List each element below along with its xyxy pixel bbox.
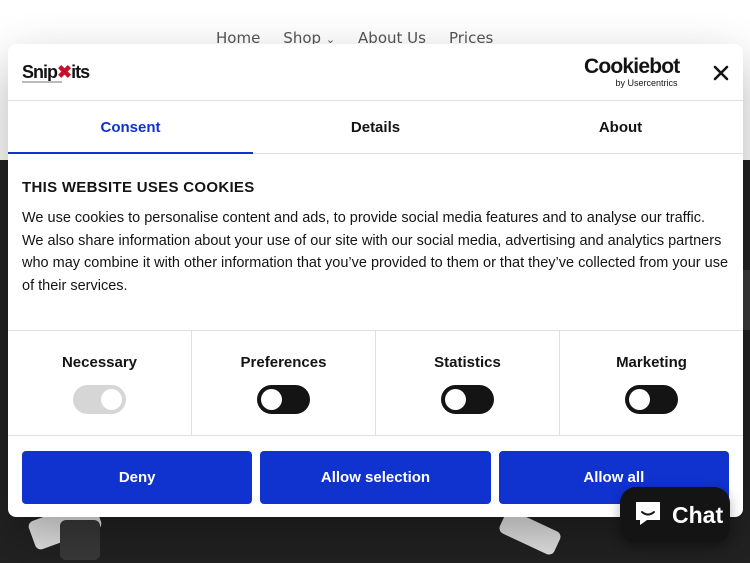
chat-bubble-icon [633,499,663,532]
consent-heading: THIS WEBSITE USES COOKIES [22,179,255,196]
logo-tagline [22,81,62,83]
site-logo: Snip✖its [22,62,90,82]
necessary-toggle [73,385,126,414]
consent-body: We use cookies to personalise content an… [22,210,729,295]
tab-details[interactable]: Details [253,101,498,153]
deny-button[interactable]: Deny [22,451,253,504]
tab-consent[interactable]: Consent [8,101,253,154]
preferences-toggle[interactable] [257,385,310,414]
dialog-tabs: Consent Details About [8,101,743,154]
close-icon[interactable] [712,64,730,82]
consent-description: THIS WEBSITE USES COOKIES We use cookies… [8,154,743,331]
tab-about[interactable]: About [498,101,743,153]
cookie-consent-dialog: Snip✖its Cookiebot by Usercentrics Conse… [8,44,743,517]
statistics-toggle[interactable] [441,385,494,414]
category-marketing: Marketing [560,331,743,435]
cookiebot-logo[interactable]: Cookiebot by Usercentrics [584,56,680,89]
category-statistics: Statistics [376,331,560,435]
category-label: Statistics [434,354,501,371]
category-label: Preferences [240,354,327,371]
chat-button[interactable]: Chat [620,487,730,543]
category-necessary: Necessary [8,331,192,435]
category-preferences: Preferences [192,331,376,435]
category-label: Marketing [616,354,687,371]
cookie-category-toggles: Necessary Preferences Statistics Marketi… [8,331,743,436]
chat-label: Chat [672,501,724,528]
marketing-toggle[interactable] [625,385,678,414]
dialog-header: Snip✖its Cookiebot by Usercentrics [8,44,743,101]
allow-selection-button[interactable]: Allow selection [260,451,491,504]
category-label: Necessary [61,354,138,371]
